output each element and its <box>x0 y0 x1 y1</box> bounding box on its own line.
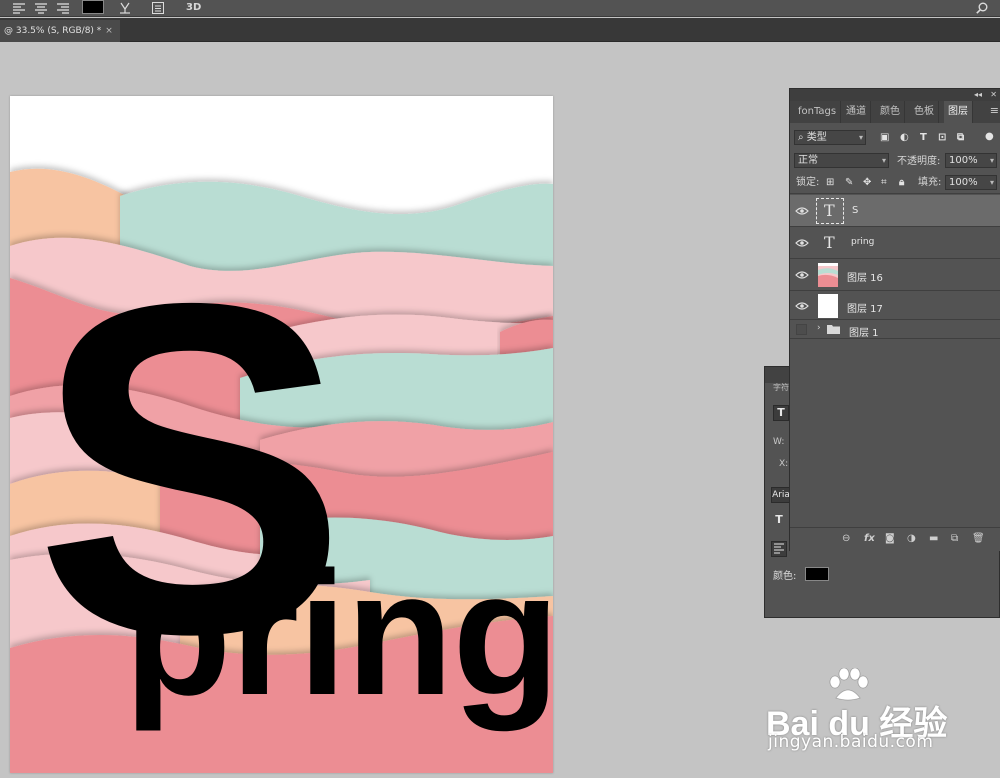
visibility-eye-icon[interactable] <box>795 206 809 216</box>
watermark-url: jingyan.baidu.com <box>768 732 934 752</box>
color-label: 颜色: <box>773 571 797 582</box>
close-icon[interactable]: × <box>105 26 113 36</box>
layer-name: 图层 17 <box>847 304 883 315</box>
text-align-icon[interactable] <box>771 541 787 557</box>
opacity-field[interactable]: 100% ▾ <box>945 153 997 168</box>
filter-type-icon[interactable]: T <box>920 130 927 145</box>
fx-icon[interactable]: fx <box>864 532 875 546</box>
blend-mode-dropdown[interactable]: 正常 ▾ <box>794 153 889 168</box>
filter-pixel-icon[interactable]: ▣ <box>880 130 889 145</box>
lock-paint-icon[interactable]: ✎ <box>845 175 853 190</box>
warp-text-icon[interactable] <box>118 1 132 15</box>
lock-position-icon[interactable]: ✥ <box>863 175 871 190</box>
text-color-swatch[interactable] <box>805 567 829 581</box>
document-tab-bar: @ 33.5% (S, RGB/8) * × <box>0 18 1000 42</box>
mask-icon[interactable]: ◙ <box>885 532 895 546</box>
layer-row-16[interactable]: 图层 16 <box>790 260 1000 291</box>
type-tool-icon[interactable]: T <box>773 405 789 421</box>
close-panel-icon[interactable]: ✕ <box>990 89 997 101</box>
opacity-value: 100% <box>949 155 978 166</box>
width-label: W: <box>773 437 785 447</box>
link-icon[interactable]: ⊖ <box>842 532 850 546</box>
filter-smart-object-icon[interactable]: ⧉ <box>957 130 964 145</box>
3d-button[interactable]: 3D <box>186 1 201 15</box>
text-layer-thumbnail: T <box>816 198 844 224</box>
chevron-down-icon: ▾ <box>989 156 994 165</box>
font-size-icon[interactable]: T <box>771 513 787 529</box>
new-layer-icon[interactable]: ⧉ <box>951 532 958 546</box>
align-center-icon[interactable] <box>34 1 48 15</box>
layer-row-17[interactable]: 图层 17 <box>790 292 1000 320</box>
fill-value: 100% <box>949 177 978 188</box>
layers-panel: ◂◂ ✕ fonTags 通道 颜色 色板 图层 ≡ ⌕ 类型 ▾ ▣ ◐ T ⊡… <box>789 88 1000 551</box>
layer-thumbnail-image <box>818 263 838 287</box>
trash-icon[interactable]: 🗑︎ <box>972 532 985 546</box>
visibility-eye-icon[interactable] <box>795 270 809 280</box>
layer-row-s[interactable]: T S <box>790 195 1000 227</box>
fill-field[interactable]: 100% ▾ <box>945 175 997 190</box>
chevron-down-icon: ▾ <box>881 156 886 165</box>
character-panel-toggle-icon[interactable] <box>151 1 165 15</box>
filter-shape-icon[interactable]: ⊡ <box>938 130 946 145</box>
tab-layers[interactable]: 图层 <box>944 101 973 123</box>
layer-thumbnail-white <box>818 294 838 318</box>
filter-toggle-icon[interactable]: ● <box>985 129 994 144</box>
layer-name: pring <box>851 237 875 247</box>
text-layer-pring[interactable]: pring <box>124 546 553 722</box>
layers-bottom-bar: ⊖ fx ◙ ◑ ▬ ⧉ 🗑︎ <box>790 527 1000 551</box>
align-left-icon[interactable] <box>12 1 26 15</box>
collapse-icon[interactable]: ◂◂ <box>974 89 982 101</box>
search-icon[interactable] <box>975 1 989 15</box>
align-right-icon[interactable] <box>56 1 70 15</box>
lock-artboard-icon[interactable]: ⌗ <box>881 175 887 190</box>
folder-icon <box>827 325 840 334</box>
tab-color[interactable]: 颜色 <box>876 101 905 123</box>
layer-name: S <box>852 205 859 216</box>
chevron-right-icon[interactable]: › <box>817 323 821 333</box>
fill-label: 填充: <box>918 177 942 188</box>
layer-row-group-1[interactable]: › 图层 1 <box>790 321 1000 339</box>
visibility-toggle-empty[interactable] <box>796 324 807 335</box>
blend-mode-value: 正常 <box>798 155 818 166</box>
filter-kind-dropdown[interactable]: ⌕ 类型 ▾ <box>794 130 866 145</box>
chevron-down-icon: ▾ <box>858 133 863 142</box>
panel-tab-strip: fonTags 通道 颜色 色板 图层 ≡ <box>790 101 1000 123</box>
chevron-down-icon: ▾ <box>989 178 994 187</box>
tab-fontags[interactable]: fonTags <box>794 101 842 123</box>
visibility-eye-icon[interactable] <box>795 238 809 248</box>
tab-swatches[interactable]: 色板 <box>910 101 939 123</box>
layer-filter-row: ⌕ 类型 ▾ ▣ ◐ T ⊡ ⧉ ● <box>790 129 1000 147</box>
new-group-folder-icon[interactable]: ▬ <box>929 532 938 546</box>
lock-row: 锁定: ⊞ ✎ ✥ ⌗ 🔒︎ 填充: 100% ▾ <box>790 174 1000 194</box>
panel-title-strip: ◂◂ ✕ <box>790 89 1000 101</box>
filter-search-icon: ⌕ <box>798 132 807 143</box>
text-color-swatch[interactable] <box>82 0 104 14</box>
tab-channels[interactable]: 通道 <box>842 101 871 123</box>
blend-row: 正常 ▾ 不透明度: 100% ▾ <box>790 152 1000 170</box>
document-canvas[interactable]: S pring <box>10 96 553 773</box>
filter-kind-label: 类型 <box>806 132 827 143</box>
layer-name: 图层 1 <box>849 328 879 339</box>
options-bar: 3D <box>0 0 1000 17</box>
panel-menu-icon[interactable]: ≡ <box>990 104 999 117</box>
layer-row-pring[interactable]: T pring <box>790 228 1000 259</box>
lock-transparency-icon[interactable]: ⊞ <box>826 175 834 190</box>
visibility-eye-icon[interactable] <box>795 301 809 311</box>
baidu-jingyan-watermark: Bai du 经验 jingyan.baidu.com <box>766 668 966 768</box>
document-tab[interactable]: @ 33.5% (S, RGB/8) * × <box>0 20 120 42</box>
document-tab-title: @ 33.5% (S, RGB/8) * <box>4 26 102 36</box>
layer-name: 图层 16 <box>847 273 883 284</box>
adjustment-icon[interactable]: ◑ <box>907 532 916 546</box>
x-label: X: <box>779 459 789 469</box>
font-family-field[interactable]: Aria <box>771 487 791 503</box>
lock-label: 锁定: <box>796 177 820 188</box>
text-layer-icon: T <box>824 201 835 220</box>
text-layer-icon: T <box>824 233 835 252</box>
opacity-label: 不透明度: <box>897 156 941 167</box>
filter-adjustment-icon[interactable]: ◐ <box>900 130 909 145</box>
lock-all-icon[interactable]: 🔒︎ <box>899 175 904 190</box>
